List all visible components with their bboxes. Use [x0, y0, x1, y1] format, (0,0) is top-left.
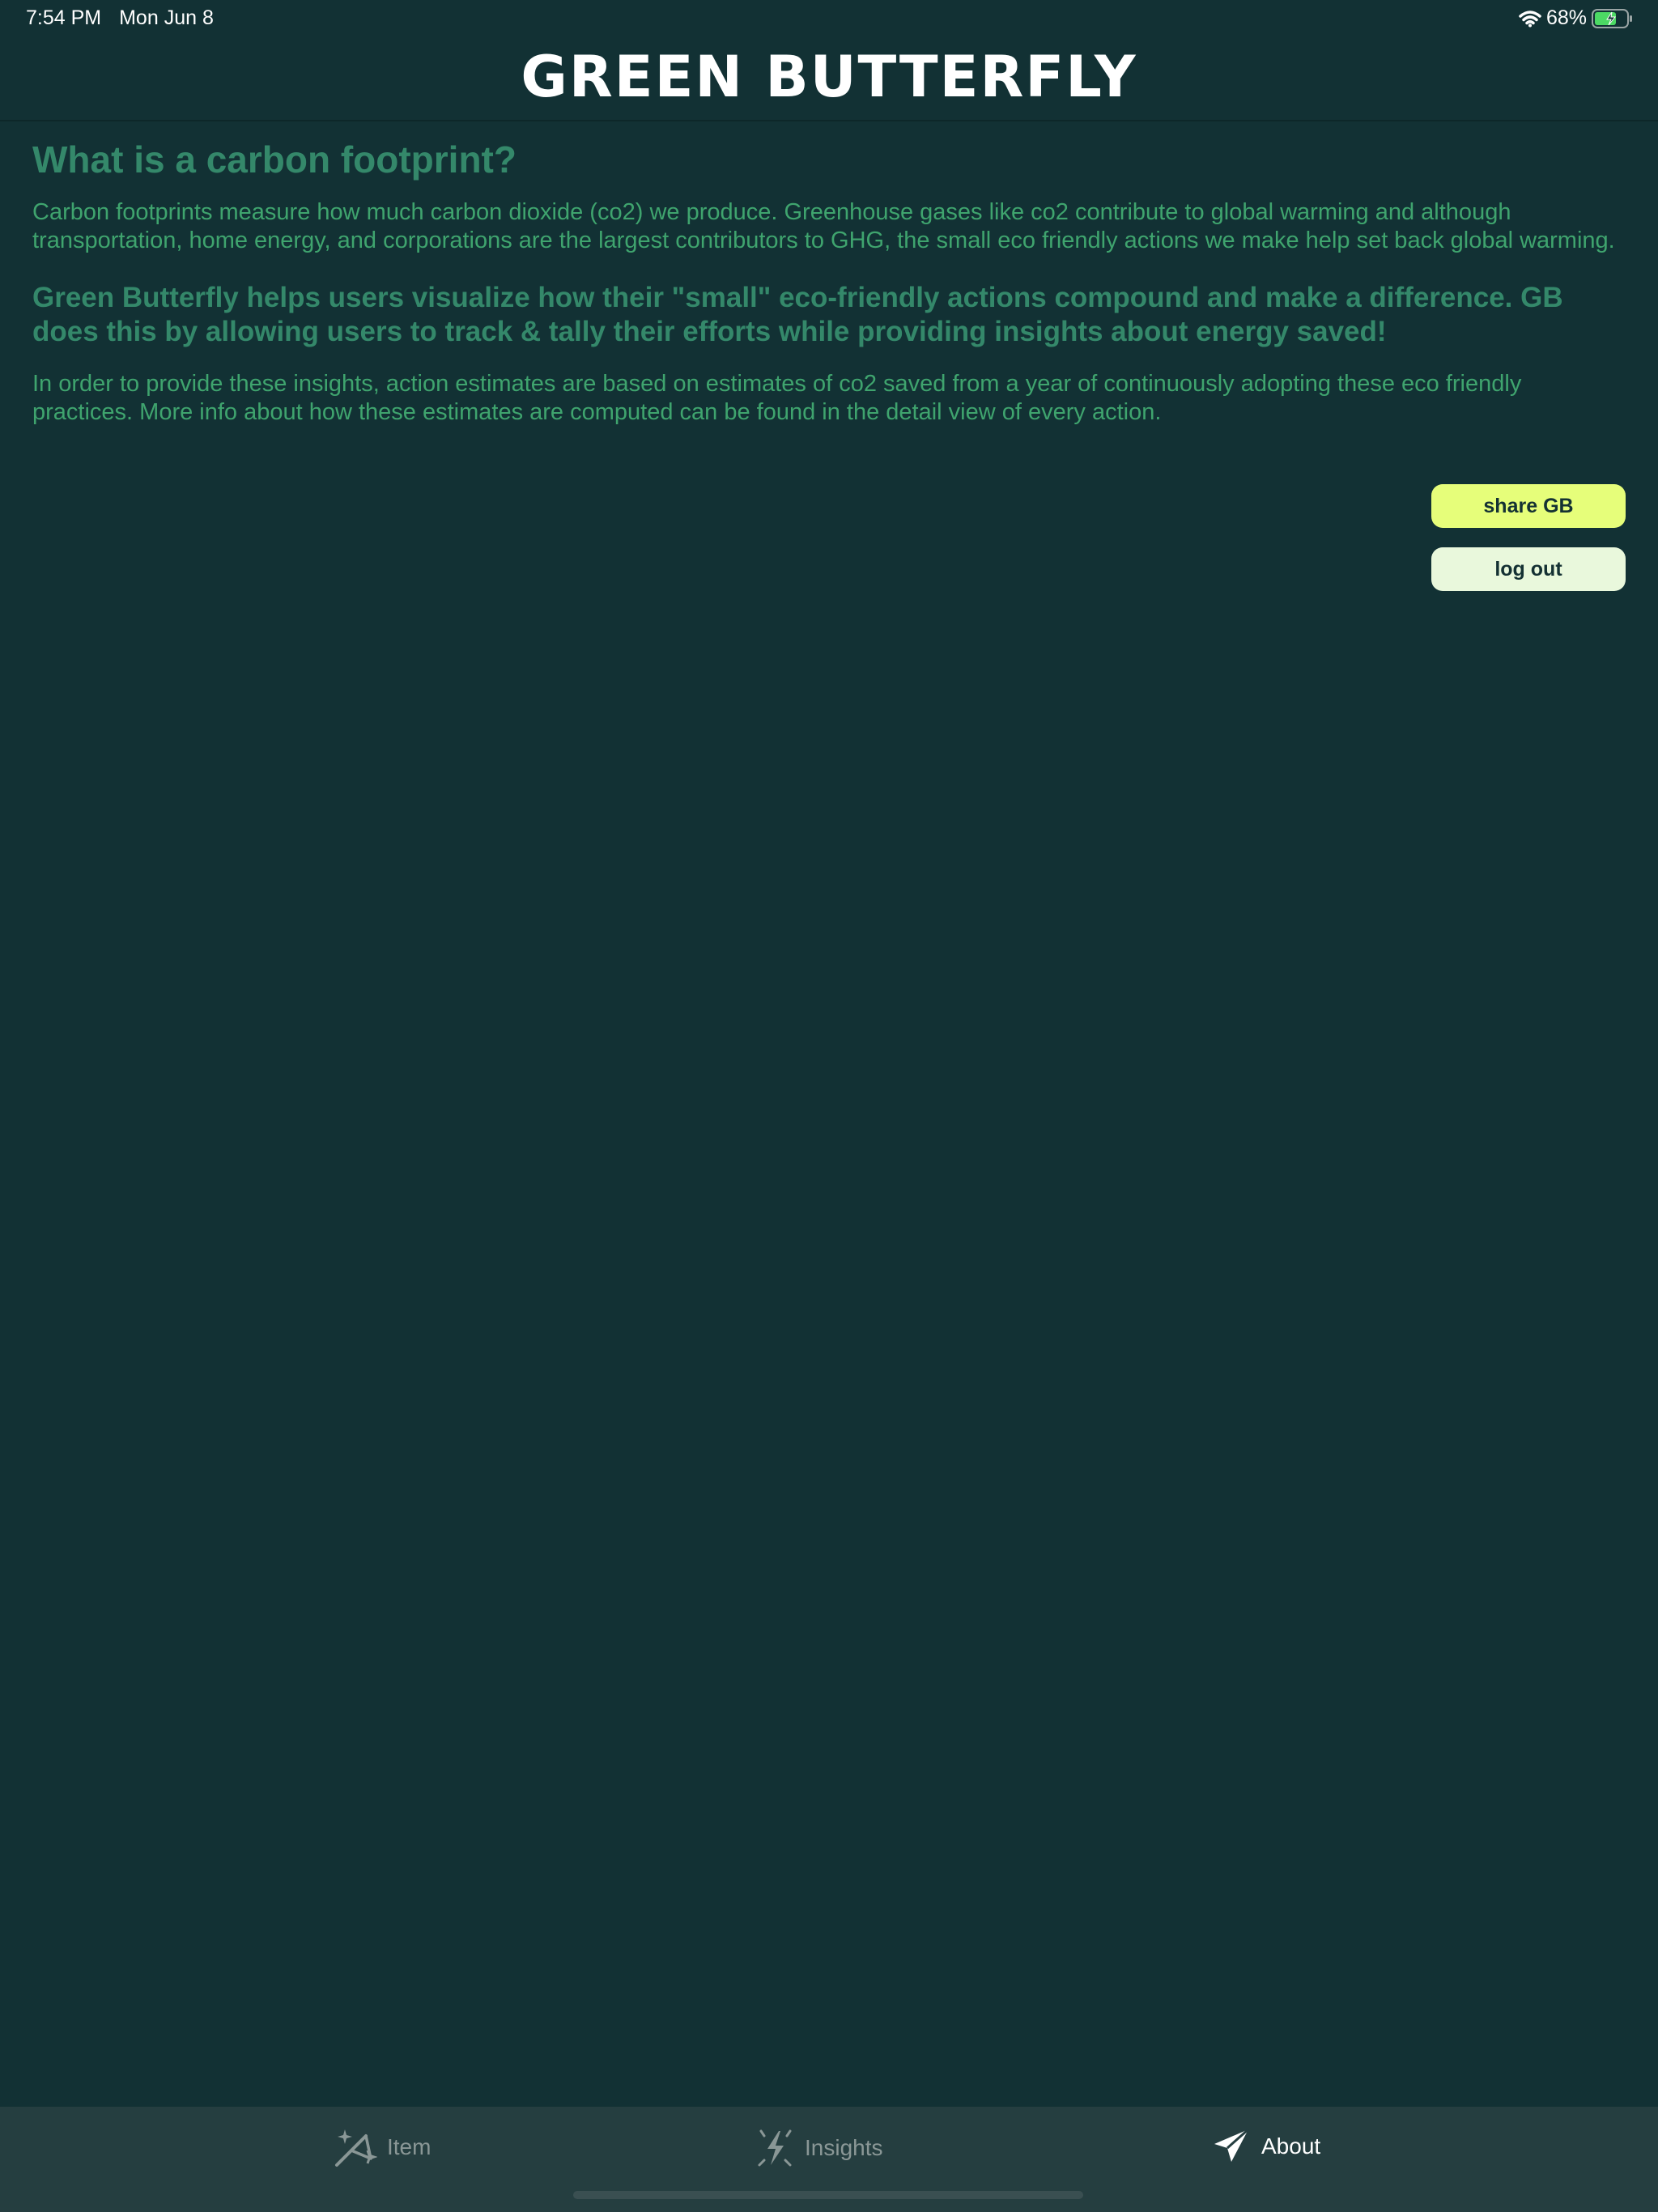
- carbon-footprint-paragraph: Carbon footprints measure how much carbo…: [32, 198, 1615, 253]
- tab-item-label: Item: [387, 2134, 432, 2159]
- status-right: 68%: [1519, 6, 1634, 30]
- battery-percent: 68%: [1545, 6, 1587, 29]
- status-bar: 7:54 PM Mon Jun 8 68%: [0, 0, 1658, 39]
- logout-button[interactable]: log out: [1431, 547, 1626, 591]
- status-time: 7:54 PM: [26, 6, 102, 29]
- share-button[interactable]: share GB: [1431, 484, 1626, 528]
- tab-about-label: About: [1261, 2133, 1321, 2159]
- action-buttons: share GB log out: [1431, 484, 1626, 591]
- wand-sparkle-icon: [334, 2126, 377, 2168]
- estimates-paragraph: In order to provide these insights, acti…: [32, 370, 1522, 425]
- app-title: Green Butterfly: [521, 44, 1137, 110]
- tab-insights[interactable]: Insights: [755, 2126, 883, 2170]
- paper-plane-icon: [1211, 2126, 1252, 2167]
- tab-about[interactable]: About: [1211, 2126, 1320, 2167]
- mission-statement: Green Butterfly helps users visualize ho…: [32, 281, 1563, 347]
- status-date: Mon Jun 8: [119, 6, 214, 29]
- battery-icon: [1592, 8, 1634, 29]
- section-heading: What is a carbon footprint?: [32, 138, 517, 181]
- wifi-icon: [1519, 10, 1541, 28]
- tab-insights-label: Insights: [805, 2135, 883, 2160]
- tab-item[interactable]: Item: [334, 2126, 431, 2168]
- app-header: Green Butterfly: [0, 39, 1658, 121]
- home-indicator: [573, 2191, 1083, 2199]
- status-left: 7:54 PM Mon Jun 8: [26, 6, 214, 30]
- bolt-icon: [755, 2126, 795, 2170]
- about-content: What is a carbon footprint? Carbon footp…: [32, 139, 1626, 453]
